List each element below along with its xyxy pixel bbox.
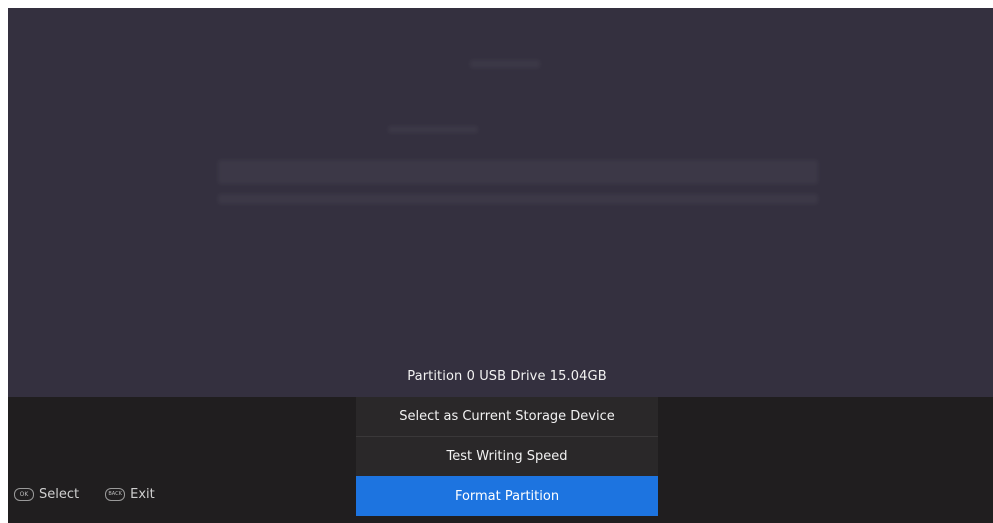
background-row-blur-2 — [218, 194, 818, 204]
partition-menu: Partition 0 USB Drive 15.04GB Select as … — [356, 356, 658, 516]
back-key-icon: BACK — [105, 488, 126, 501]
background-title-blur — [470, 60, 540, 68]
menu-item-select-storage[interactable]: Select as Current Storage Device — [356, 397, 658, 436]
menu-item-test-writing-speed[interactable]: Test Writing Speed — [356, 436, 658, 476]
tv-screen: Partition 0 USB Drive 15.04GB Select as … — [8, 8, 993, 523]
menu-item-format-partition[interactable]: Format Partition — [356, 476, 658, 516]
menu-header: Partition 0 USB Drive 15.04GB — [407, 369, 607, 384]
legend-exit: BACK Exit — [105, 487, 155, 502]
background-label-blur — [388, 126, 478, 133]
legend-exit-label: Exit — [130, 487, 155, 502]
button-legend: OK Select BACK Exit — [14, 487, 181, 502]
legend-select-label: Select — [39, 487, 80, 502]
background-row-blur — [218, 160, 818, 184]
ok-key-icon: OK — [14, 488, 34, 501]
legend-select: OK Select — [14, 487, 79, 502]
